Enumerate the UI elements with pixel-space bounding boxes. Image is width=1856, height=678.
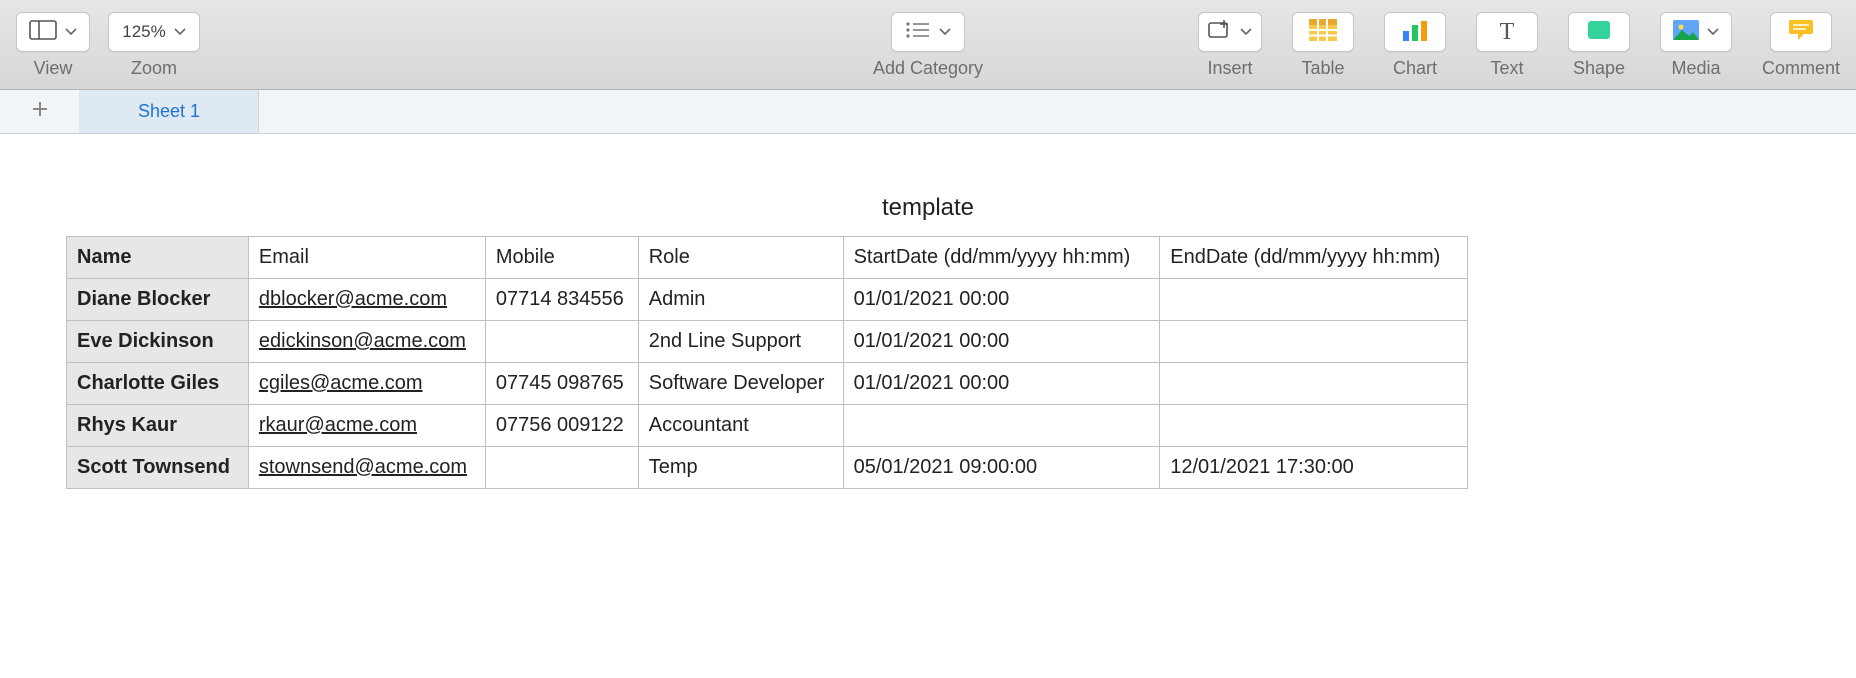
table-row: Rhys Kaurrkaur@acme.com07756 009122Accou… bbox=[67, 405, 1468, 447]
cell-email[interactable]: cgiles@acme.com bbox=[248, 363, 485, 405]
cell-start[interactable]: 01/01/2021 00:00 bbox=[843, 321, 1160, 363]
chevron-down-icon bbox=[65, 28, 77, 36]
table-label: Table bbox=[1301, 58, 1344, 79]
cell-mobile[interactable] bbox=[485, 447, 638, 489]
col-header-mobile[interactable]: Mobile bbox=[485, 237, 638, 279]
table-button[interactable] bbox=[1292, 12, 1354, 52]
view-label: View bbox=[34, 58, 73, 79]
cell-start[interactable]: 01/01/2021 00:00 bbox=[843, 363, 1160, 405]
toolbar: View 125% Zoom Add Category bbox=[0, 0, 1856, 90]
cell-mobile[interactable]: 07714 834556 bbox=[485, 279, 638, 321]
table-row: Diane Blockerdblocker@acme.com07714 8345… bbox=[67, 279, 1468, 321]
cell-name[interactable]: Rhys Kaur bbox=[67, 405, 249, 447]
cell-email[interactable]: edickinson@acme.com bbox=[248, 321, 485, 363]
cell-email[interactable]: rkaur@acme.com bbox=[248, 405, 485, 447]
table-row: Eve Dickinsonedickinson@acme.com 2nd Line… bbox=[67, 321, 1468, 363]
zoom-value: 125% bbox=[122, 22, 165, 42]
insert-button[interactable] bbox=[1198, 12, 1262, 52]
cell-end[interactable] bbox=[1160, 363, 1468, 405]
table-header-row: Name Email Mobile Role StartDate (dd/mm/… bbox=[67, 237, 1468, 279]
media-icon bbox=[1673, 20, 1699, 45]
list-icon bbox=[905, 21, 931, 44]
chart-label: Chart bbox=[1393, 58, 1437, 79]
cell-email[interactable]: dblocker@acme.com bbox=[248, 279, 485, 321]
cell-name[interactable]: Diane Blocker bbox=[67, 279, 249, 321]
cell-role[interactable]: 2nd Line Support bbox=[638, 321, 843, 363]
col-header-email[interactable]: Email bbox=[248, 237, 485, 279]
cell-role[interactable]: Software Developer bbox=[638, 363, 843, 405]
zoom-label: Zoom bbox=[131, 58, 177, 79]
col-header-name[interactable]: Name bbox=[67, 237, 249, 279]
cell-role[interactable]: Accountant bbox=[638, 405, 843, 447]
sheet-tab-label: Sheet 1 bbox=[138, 101, 200, 122]
cell-mobile[interactable]: 07756 009122 bbox=[485, 405, 638, 447]
cell-start[interactable] bbox=[843, 405, 1160, 447]
shape-label: Shape bbox=[1573, 58, 1625, 79]
add-category-label: Add Category bbox=[873, 58, 983, 79]
media-label: Media bbox=[1671, 58, 1720, 79]
sheet-tab-active[interactable]: Sheet 1 bbox=[80, 90, 259, 133]
cell-end[interactable] bbox=[1160, 279, 1468, 321]
table-icon bbox=[1309, 19, 1337, 46]
media-button[interactable] bbox=[1660, 12, 1732, 52]
data-table[interactable]: Name Email Mobile Role StartDate (dd/mm/… bbox=[66, 236, 1468, 489]
chevron-down-icon bbox=[174, 28, 186, 36]
text-button[interactable]: T bbox=[1476, 12, 1538, 52]
comment-button[interactable] bbox=[1770, 12, 1832, 52]
view-button[interactable] bbox=[16, 12, 90, 52]
chart-button[interactable] bbox=[1384, 12, 1446, 52]
zoom-button[interactable]: 125% bbox=[108, 12, 200, 52]
table-title[interactable]: template bbox=[66, 194, 1790, 222]
col-header-start[interactable]: StartDate (dd/mm/yyyy hh:mm) bbox=[843, 237, 1160, 279]
chevron-down-icon bbox=[1240, 28, 1252, 36]
cell-name[interactable]: Charlotte Giles bbox=[67, 363, 249, 405]
comment-icon bbox=[1788, 19, 1814, 46]
plus-icon bbox=[31, 100, 49, 123]
cell-start[interactable]: 01/01/2021 00:00 bbox=[843, 279, 1160, 321]
shape-button[interactable] bbox=[1568, 12, 1630, 52]
cell-role[interactable]: Temp bbox=[638, 447, 843, 489]
cell-mobile[interactable] bbox=[485, 321, 638, 363]
table-row: Charlotte Gilescgiles@acme.com07745 0987… bbox=[67, 363, 1468, 405]
cell-name[interactable]: Scott Townsend bbox=[67, 447, 249, 489]
cell-mobile[interactable]: 07745 098765 bbox=[485, 363, 638, 405]
insert-label: Insert bbox=[1207, 58, 1252, 79]
chevron-down-icon bbox=[939, 28, 951, 36]
add-sheet-button[interactable] bbox=[0, 90, 80, 133]
spreadsheet-canvas[interactable]: template Name Email Mobile Role StartDat… bbox=[0, 134, 1856, 549]
text-label: Text bbox=[1490, 58, 1523, 79]
cell-end[interactable] bbox=[1160, 321, 1468, 363]
cell-end[interactable] bbox=[1160, 405, 1468, 447]
sidebar-view-icon bbox=[29, 20, 57, 45]
cell-role[interactable]: Admin bbox=[638, 279, 843, 321]
cell-start[interactable]: 05/01/2021 09:00:00 bbox=[843, 447, 1160, 489]
text-icon: T bbox=[1500, 19, 1515, 46]
insert-icon bbox=[1208, 20, 1232, 45]
shape-icon bbox=[1586, 19, 1612, 46]
table-row: Scott Townsendstownsend@acme.com Temp05/0… bbox=[67, 447, 1468, 489]
cell-email[interactable]: stownsend@acme.com bbox=[248, 447, 485, 489]
comment-label: Comment bbox=[1762, 58, 1840, 79]
add-category-button[interactable] bbox=[891, 12, 965, 52]
cell-name[interactable]: Eve Dickinson bbox=[67, 321, 249, 363]
cell-end[interactable]: 12/01/2021 17:30:00 bbox=[1160, 447, 1468, 489]
chevron-down-icon bbox=[1707, 28, 1719, 36]
chart-icon bbox=[1401, 19, 1429, 46]
col-header-role[interactable]: Role bbox=[638, 237, 843, 279]
col-header-end[interactable]: EndDate (dd/mm/yyyy hh:mm) bbox=[1160, 237, 1468, 279]
sheet-bar: Sheet 1 bbox=[0, 90, 1856, 134]
